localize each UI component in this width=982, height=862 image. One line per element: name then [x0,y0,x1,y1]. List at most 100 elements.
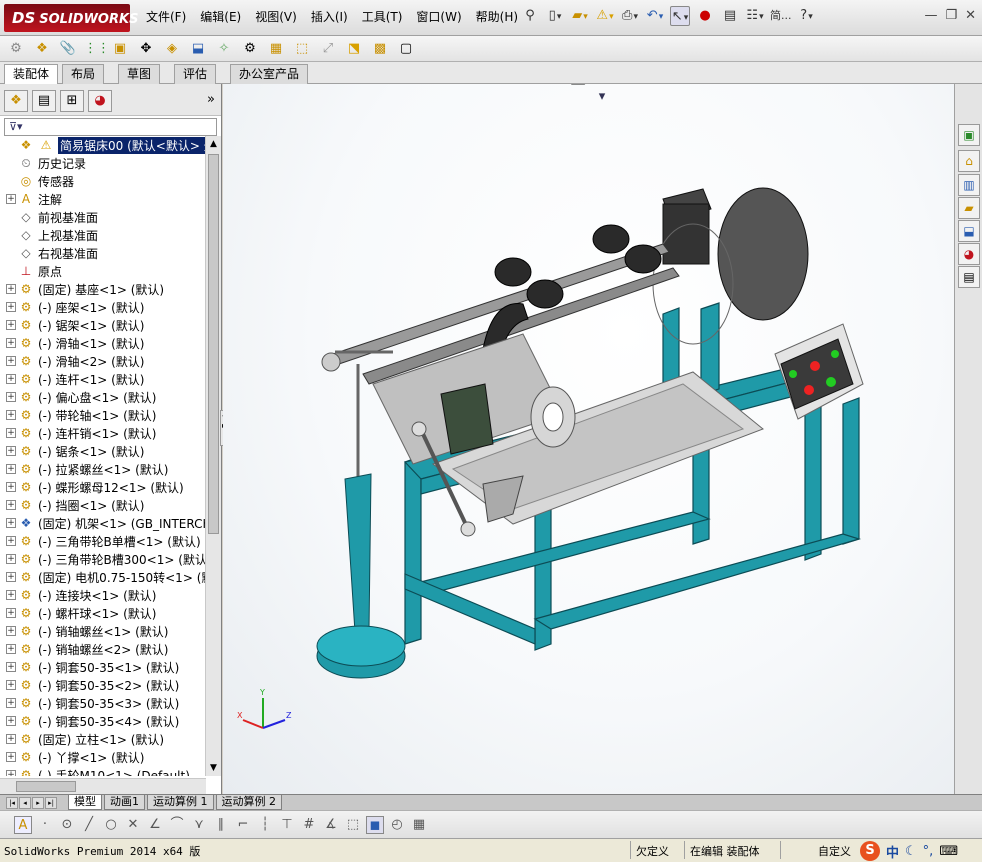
update-speedpak-icon[interactable]: ▩ [370,39,390,59]
reference-geometry-icon[interactable]: ✧ [214,39,234,59]
insert-component-icon[interactable]: ❖ [32,39,52,59]
design-library-icon[interactable]: ▥ [958,174,980,196]
tree-node[interactable]: ⏲ 历史记录 [0,154,206,172]
property-manager-tab-icon[interactable]: ▤ [32,90,56,112]
solidworks-resources-icon[interactable]: ▣ [958,124,980,146]
instant3d-icon[interactable]: ⬔ [344,39,364,59]
file-properties-icon[interactable]: ▤ [720,6,740,26]
configuration-manager-tab-icon[interactable]: ⊞ [60,90,84,112]
parallel-icon[interactable]: ∥ [212,816,230,834]
first-tab-icon[interactable]: |◂ [6,796,18,809]
assembly-features-icon[interactable]: ⬓ [188,39,208,59]
menu-window[interactable]: 窗口(W) [416,8,461,25]
menu-file[interactable]: 文件(F) [146,8,186,25]
offset-icon[interactable]: ⋎ [190,816,208,834]
view-box-icon[interactable]: ⬚ [344,816,362,834]
expand-icon[interactable]: + [6,392,16,402]
tree-node[interactable]: ⊥ 原点 [0,262,206,280]
tab-motion-study-1[interactable]: 运动算例 1 [147,795,214,810]
tree-node[interactable]: ◇ 前视基准面 [0,208,206,226]
line-icon[interactable]: ╱ [80,816,98,834]
tree-node[interactable]: + ⚙ (固定) 电机0.75-150转<1> (默 [0,568,206,586]
tab-layout[interactable]: 布局 [62,64,105,84]
chevron-right-icon[interactable]: » [207,92,215,107]
horizontal-scrollbar[interactable] [0,778,206,794]
sogou-ime-icon[interactable]: S [860,841,880,861]
pin-icon[interactable]: ⚲ [520,6,540,26]
traffic-light-icon[interactable]: ● [695,6,715,26]
tree-node[interactable]: + ⚙ (-) 丫撑<1> (默认) [0,748,206,766]
tree-node[interactable]: ◎ 传感器 [0,172,206,190]
bill-of-materials-icon[interactable]: ▦ [266,39,286,59]
expand-icon[interactable]: + [6,482,16,492]
trim-icon[interactable]: ✕ [124,816,142,834]
move-component-icon[interactable]: ✥ [136,39,156,59]
expand-icon[interactable]: + [6,464,16,474]
tree-node[interactable]: + ⚙ (-) 三角带轮B槽300<1> (默认 [0,550,206,568]
tree-node[interactable]: + ⚙ (-) 铜套50-35<2> (默认) [0,676,206,694]
last-tab-icon[interactable]: ▸| [45,796,57,809]
expand-icon[interactable]: + [6,536,16,546]
tree-node[interactable]: + ⚙ (-) 铜套50-35<4> (默认) [0,712,206,730]
expand-icon[interactable]: + [6,662,16,672]
dimension-icon[interactable]: ⊤ [278,816,296,834]
tree-node[interactable]: + ❖ (固定) 机架<1> (GB_INTERCHA [0,514,206,532]
expand-icon[interactable]: + [6,320,16,330]
tree-node[interactable]: + ⚙ (-) 座架<1> (默认) [0,298,206,316]
tree-node[interactable]: + ⚙ (-) 连杆<1> (默认) [0,370,206,388]
tree-node[interactable]: + ⚙ (-) 销轴螺丝<1> (默认) [0,622,206,640]
menu-help[interactable]: 帮助(H) [476,8,518,25]
tree-node[interactable]: + A 注解 [0,190,206,208]
tree-node[interactable]: + ⚙ (-) 锯条<1> (默认) [0,442,206,460]
tree-root-assembly[interactable]: ❖ ⚠ 简易锯床00 (默认<默认> 外观 [0,136,206,154]
shaded-view-icon[interactable]: ◼ [366,815,384,834]
new-motion-study-icon[interactable]: ⚙ [240,39,260,59]
expand-icon[interactable]: + [6,338,16,348]
tree-node[interactable]: + ⚙ (-) 蝶形螺母12<1> (默认) [0,478,206,496]
show-hidden-icon[interactable]: ◈ [162,39,182,59]
expand-icon[interactable]: + [6,626,16,636]
measure-angle-icon[interactable]: ∡ [322,816,340,834]
file-explorer-icon[interactable]: ▰ [958,197,980,219]
punctuation-icon[interactable]: °, [923,844,934,859]
prev-tab-icon[interactable]: ◂ [19,796,31,809]
tab-model[interactable]: 模型 [68,795,102,810]
view-palette-icon[interactable]: ⬓ [958,220,980,242]
grid-icon[interactable]: # [300,816,318,834]
linear-pattern-icon[interactable]: ⋮⋮ [84,39,110,59]
expand-icon[interactable]: + [6,428,16,438]
ime-language[interactable]: 中 [886,842,899,861]
expand-icon[interactable]: + [6,500,16,510]
tree-node[interactable]: + ⚙ (-) 拉紧螺丝<1> (默认) [0,460,206,478]
appearances-icon[interactable]: ◕ [958,243,980,265]
tab-evaluate[interactable]: 评估 [174,64,217,84]
open-folder-icon[interactable]: ▰ [570,6,590,26]
vertical-scrollbar[interactable]: ▲ ▼ [205,136,221,776]
smart-fasteners-icon[interactable]: ▣ [110,39,130,59]
menu-tools[interactable]: 工具(T) [362,8,403,25]
tree-node[interactable]: + ⚙ (固定) 基座<1> (默认) [0,280,206,298]
keyboard-icon[interactable]: ⌨ [939,844,958,859]
table-icon[interactable]: ▦ [410,816,428,834]
expand-icon[interactable]: + [6,698,16,708]
arc-icon[interactable]: ⌒ [168,816,186,834]
tree-node[interactable]: + ⚙ (-) 销轴螺丝<2> (默认) [0,640,206,658]
expand-icon[interactable]: + [6,572,16,582]
expand-icon[interactable]: + [6,374,16,384]
filter-input[interactable]: ⊽▾ [4,118,217,136]
tab-sketch[interactable]: 草图 [118,64,161,84]
warning-icon[interactable]: ⚠ [595,6,615,26]
tree-node[interactable]: + ⚙ (-) 偏心盘<1> (默认) [0,388,206,406]
corner-icon[interactable]: ⌐ [234,816,252,834]
tree-node[interactable]: + ⚙ (-) 铜套50-35<3> (默认) [0,694,206,712]
units-custom[interactable]: 自定义 [818,843,851,859]
tree-node[interactable]: + ⚙ (-) 锯架<1> (默认) [0,316,206,334]
undo-icon[interactable]: ↶ [645,6,665,26]
menu-insert[interactable]: 插入(I) [311,8,348,25]
centerline-icon[interactable]: ┆ [256,816,274,834]
take-snapshot-icon[interactable]: ▢ [396,39,416,59]
expand-icon[interactable]: + [6,752,16,762]
tree-node[interactable]: ◇ 右视基准面 [0,244,206,262]
tab-office-products[interactable]: 办公室产品 [230,64,309,84]
feature-manager-tab-icon[interactable]: ❖ [4,90,28,112]
